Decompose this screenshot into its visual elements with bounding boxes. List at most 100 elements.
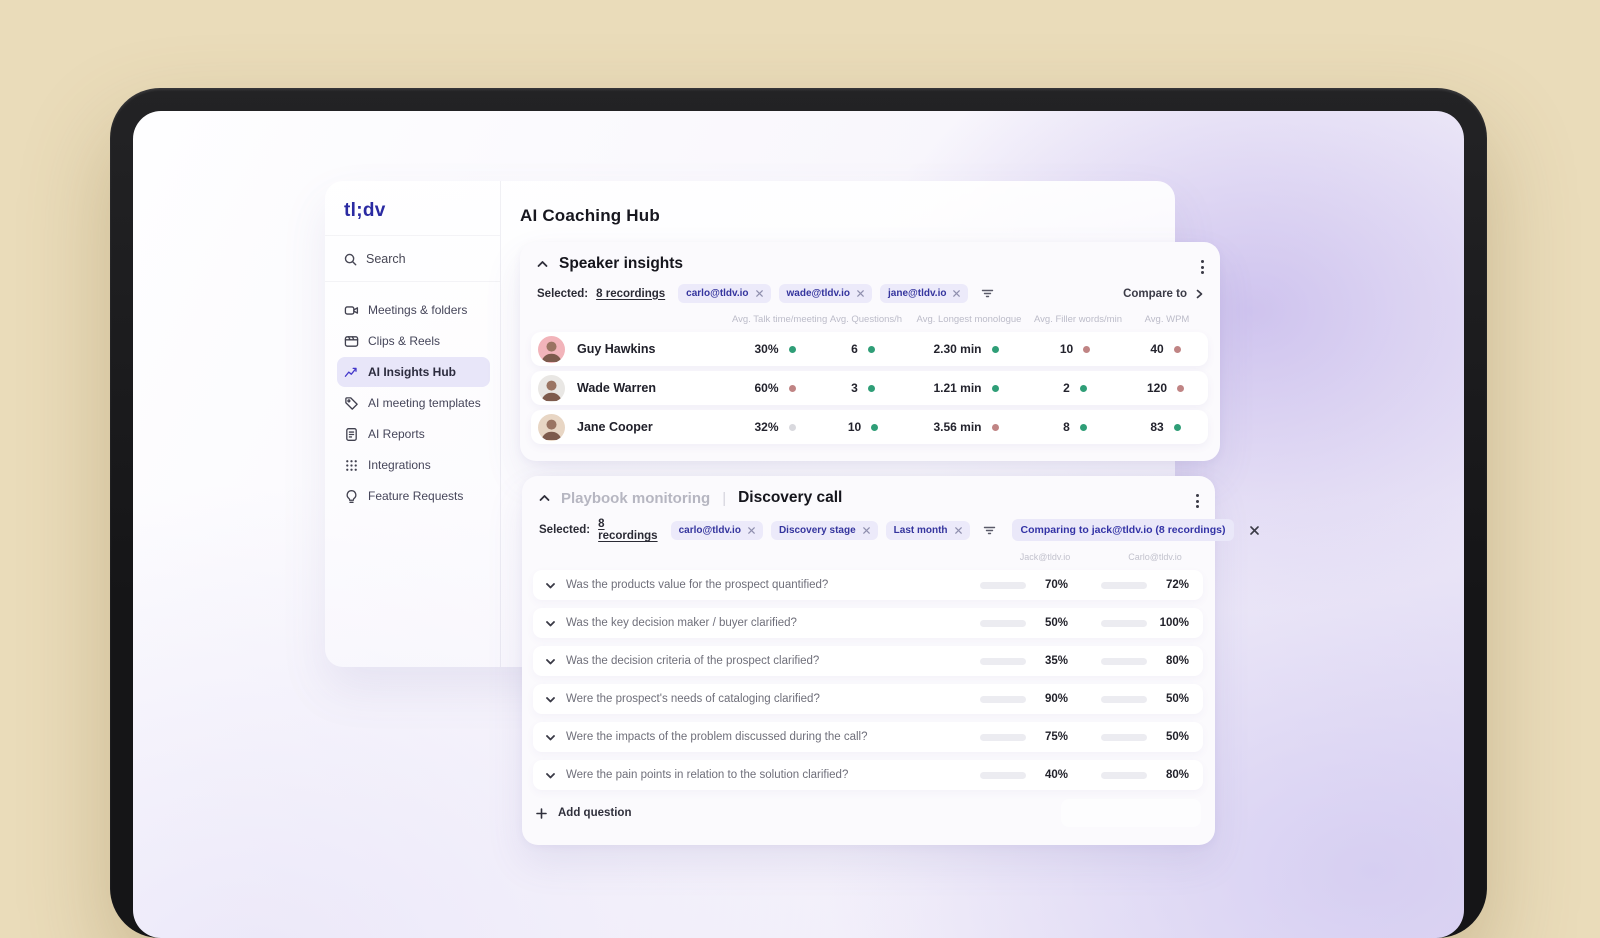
question-row[interactable]: Was the key decision maker / buyer clari… xyxy=(533,608,1203,638)
speaker-rows: Guy Hawkins 30% 6 2.30 min 10 40 Wade Wa… xyxy=(520,325,1220,444)
filter-chip[interactable]: Discovery stage xyxy=(770,520,878,540)
plus-icon xyxy=(536,807,547,819)
metric-status-dot xyxy=(871,423,879,431)
sidebar-item-label: Integrations xyxy=(368,458,431,472)
metric-status-dot xyxy=(1173,345,1181,353)
sidebar-item[interactable]: Clips & Reels xyxy=(337,326,490,356)
percent-value: 40% xyxy=(1044,769,1068,781)
page-title: AI Coaching Hub xyxy=(520,206,660,225)
chevron-down-icon[interactable] xyxy=(546,619,555,628)
column-header: Avg. Talk time/meeting xyxy=(732,314,828,325)
sidebar-item[interactable]: Feature Requests xyxy=(337,481,490,511)
chevron-down-icon[interactable] xyxy=(546,733,555,742)
avatar xyxy=(538,374,565,402)
compare-bar-group: 80% xyxy=(1097,769,1189,781)
metric-value: 2 xyxy=(1063,381,1070,395)
sidebar-nav: Meetings & folders Clips & Reels AI Insi… xyxy=(325,295,500,511)
speaker-row[interactable]: Wade Warren 60% 3 1.21 min 2 120 xyxy=(531,371,1208,405)
chip-close-icon[interactable] xyxy=(954,526,962,534)
metric-status-dot xyxy=(1079,423,1087,431)
collapse-chevron-up-icon[interactable] xyxy=(537,259,548,270)
sidebar-item-active[interactable]: AI Insights Hub xyxy=(337,357,490,387)
question-text: Was the key decision maker / buyer clari… xyxy=(566,617,797,629)
selected-label: Selected: xyxy=(539,524,591,536)
metric-status-dot xyxy=(1083,345,1091,353)
metric-value: 10 xyxy=(847,420,862,434)
more-menu-icon[interactable] xyxy=(1199,258,1206,276)
search-icon xyxy=(344,253,357,265)
sidebar-item-label: Clips & Reels xyxy=(368,334,441,348)
question-row[interactable]: Was the products value for the prospect … xyxy=(533,570,1203,600)
filter-chip[interactable]: carlo@tldv.io xyxy=(670,520,763,540)
sidebar-item-label: Feature Requests xyxy=(368,489,464,503)
chip-close-icon[interactable] xyxy=(862,526,870,534)
sidebar-item[interactable]: Integrations xyxy=(337,450,490,480)
metric-value: 3.56 min xyxy=(933,420,982,434)
chevron-down-icon[interactable] xyxy=(546,657,555,666)
question-text: Were the prospect's needs of cataloging … xyxy=(566,693,820,705)
question-row[interactable]: Were the impacts of the problem discusse… xyxy=(533,722,1203,752)
speaker-name: Jane Cooper xyxy=(577,420,653,434)
question-text: Was the decision criteria of the prospec… xyxy=(566,655,820,667)
question-row[interactable]: Were the prospect's needs of cataloging … xyxy=(533,684,1203,714)
search-button[interactable]: Search xyxy=(325,236,500,282)
filter-chip[interactable]: carlo@tldv.io xyxy=(678,284,771,303)
grid-dots-icon xyxy=(344,458,359,473)
chevron-down-icon[interactable] xyxy=(546,581,555,590)
sidebar-item[interactable]: Meetings & folders xyxy=(337,295,490,325)
more-menu-icon[interactable] xyxy=(1194,492,1201,510)
speaker-insights-card: Speaker insights Selected: 8 recordings … xyxy=(520,242,1220,461)
ghost-row xyxy=(1061,799,1201,827)
chip-close-icon[interactable] xyxy=(748,526,755,534)
percent-value: 35% xyxy=(1044,655,1068,667)
playbook-monitoring-card: Playbook monitoring | Discovery call Sel… xyxy=(522,476,1260,845)
close-icon[interactable] xyxy=(1250,525,1260,535)
chevron-down-icon[interactable] xyxy=(546,771,555,780)
sidebar-item[interactable]: AI meeting templates xyxy=(337,388,490,418)
chip-close-icon[interactable] xyxy=(755,290,763,297)
comparing-chip[interactable]: Comparing to jack@tldv.io (8 recordings) xyxy=(1011,519,1235,541)
add-question-button[interactable]: Add question xyxy=(536,798,1203,828)
collapse-chevron-up-icon[interactable] xyxy=(539,493,550,504)
laptop-screen: tl;dv Search Meetings & folders Clips & … xyxy=(133,111,1464,938)
filter-chip[interactable]: Last month xyxy=(885,520,970,540)
sidebar-item-label: AI meeting templates xyxy=(368,396,481,410)
tldv-logo: tl;dv xyxy=(325,181,500,236)
card-title: Speaker insights xyxy=(559,255,684,272)
filter-icon[interactable] xyxy=(981,287,994,300)
question-row[interactable]: Was the decision criteria of the prospec… xyxy=(533,646,1203,676)
question-list: Was the products value for the prospect … xyxy=(522,562,1215,790)
video-camera-icon xyxy=(344,303,359,318)
chip-label: Last month xyxy=(893,524,948,536)
filter-chip[interactable]: wade@tldv.io xyxy=(778,284,872,303)
metric-value: 32% xyxy=(754,420,779,434)
chip-close-icon[interactable] xyxy=(953,290,961,297)
progress-bar xyxy=(1101,733,1147,741)
filter-icon[interactable] xyxy=(983,524,996,537)
filter-chip[interactable]: jane@tldv.io xyxy=(880,284,969,303)
sidebar-item[interactable]: AI Reports xyxy=(337,419,490,449)
metric-cell: 40 xyxy=(1123,342,1208,356)
compare-to-label: Compare to xyxy=(1123,287,1187,300)
percent-value: 50% xyxy=(1165,693,1189,705)
speaker-table-header: Avg. Talk time/meeting Avg. Questions/h … xyxy=(520,303,1220,325)
selected-recordings-link[interactable]: 8 recordings xyxy=(598,518,657,542)
compare-to-button[interactable]: Compare to xyxy=(1123,288,1206,300)
question-row[interactable]: Were the pain points in relation to the … xyxy=(533,760,1203,790)
metric-status-dot xyxy=(991,345,999,353)
selected-recordings-link[interactable]: 8 recordings xyxy=(596,288,665,300)
speaker-row[interactable]: Jane Cooper 32% 10 3.56 min 8 83 xyxy=(531,410,1208,444)
speaker-row[interactable]: Guy Hawkins 30% 6 2.30 min 10 40 xyxy=(531,332,1208,366)
metric-cell: 30% xyxy=(729,342,821,356)
compare-bar-group: 50% xyxy=(1097,693,1189,705)
chevron-down-icon[interactable] xyxy=(546,695,555,704)
playbook-chips: carlo@tldv.io Discovery stage Last month xyxy=(670,520,970,540)
chip-close-icon[interactable] xyxy=(857,290,864,297)
metric-value: 3 xyxy=(851,381,858,395)
compare-column: Jack@tldv.io xyxy=(1019,552,1071,562)
metric-status-dot xyxy=(1079,384,1087,392)
speaker-chips: carlo@tldv.io wade@tldv.io jane@tldv.io xyxy=(678,284,969,303)
speaker-name: Guy Hawkins xyxy=(577,342,656,356)
percent-value: 90% xyxy=(1044,693,1068,705)
metric-cell: 60% xyxy=(729,381,821,395)
